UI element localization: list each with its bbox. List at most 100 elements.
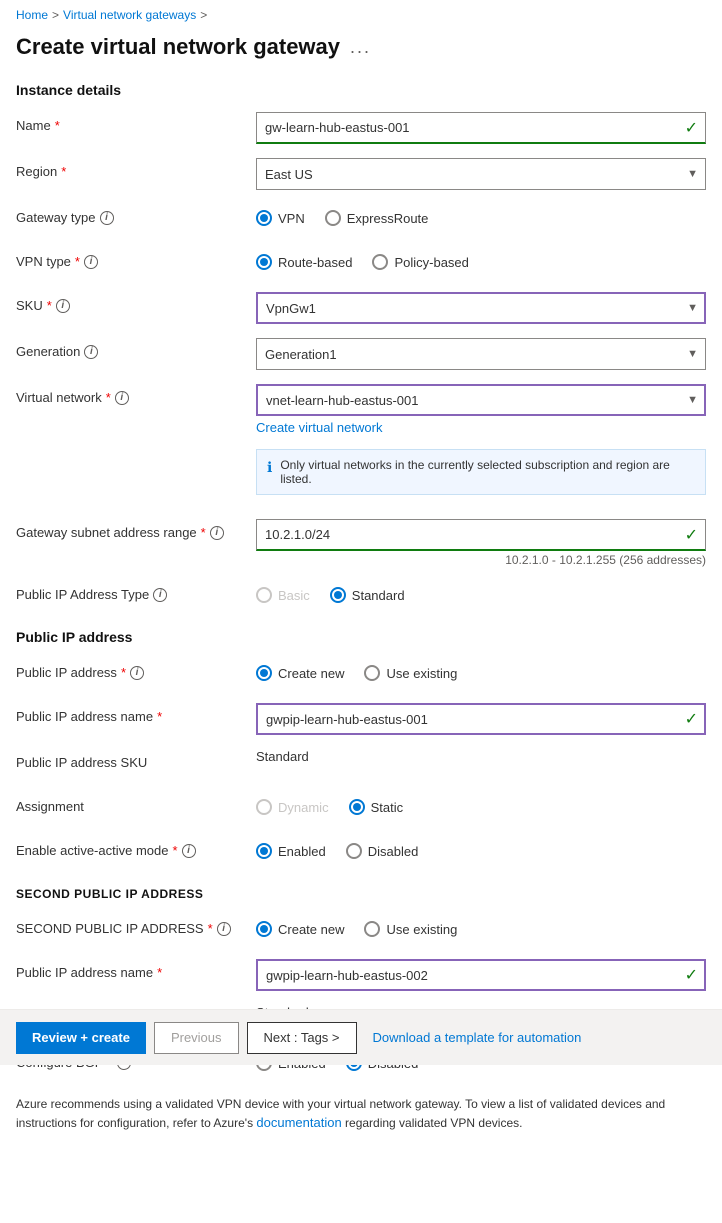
public-ip-use-existing-radio[interactable] xyxy=(364,665,380,681)
public-ip-name-input[interactable] xyxy=(256,703,706,735)
ip-address-type-basic-label: Basic xyxy=(278,588,310,603)
gateway-subnet-input[interactable] xyxy=(256,519,706,551)
previous-button[interactable]: Previous xyxy=(154,1022,239,1054)
page-title-row: Create virtual network gateway ... xyxy=(0,30,722,72)
public-ip-sku-value: Standard xyxy=(256,743,309,764)
breadcrumb-sep1: > xyxy=(52,8,59,22)
ip-address-type-standard-radio[interactable] xyxy=(330,587,346,603)
region-required: * xyxy=(61,164,66,179)
second-public-ip-name-valid-icon: ✓ xyxy=(685,965,698,985)
vpn-type-policybased-radio[interactable] xyxy=(372,254,388,270)
sku-row: SKU * i VpnGw1 ▼ xyxy=(16,292,706,324)
assignment-dynamic-radio xyxy=(256,799,272,815)
name-label: Name * xyxy=(16,112,256,133)
ip-address-type-radio-group: Basic Standard xyxy=(256,581,706,603)
virtual-network-info-icon[interactable]: i xyxy=(115,391,129,405)
public-ip-name-wrapper: ✓ xyxy=(256,703,706,735)
active-active-control-area: Enabled Disabled xyxy=(256,837,706,859)
public-ip-info-icon[interactable]: i xyxy=(130,666,144,680)
download-template-link[interactable]: Download a template for automation xyxy=(365,1030,590,1045)
generation-select[interactable]: Generation1 xyxy=(256,338,706,370)
ip-address-type-basic-option[interactable]: Basic xyxy=(256,587,310,603)
region-select[interactable]: East US xyxy=(256,158,706,190)
assignment-dynamic-option[interactable]: Dynamic xyxy=(256,799,329,815)
generation-info-icon[interactable]: i xyxy=(84,345,98,359)
vpn-type-info-icon[interactable]: i xyxy=(84,255,98,269)
vpn-type-routebased-radio[interactable] xyxy=(256,254,272,270)
virtual-network-select[interactable]: vnet-learn-hub-eastus-001 xyxy=(256,384,706,416)
public-ip-create-new-radio[interactable] xyxy=(256,665,272,681)
public-ip-radio-group: Create new Use existing xyxy=(256,659,706,681)
public-ip-address-row: Public IP address * i Create new Use exi… xyxy=(16,659,706,689)
gateway-type-info-icon[interactable]: i xyxy=(100,211,114,225)
second-public-ip-name-label: Public IP address name * xyxy=(16,959,256,980)
active-active-disabled-radio[interactable] xyxy=(346,843,362,859)
public-ip-sku-row: Public IP address SKU Standard xyxy=(16,749,706,779)
gateway-type-expressroute-option[interactable]: ExpressRoute xyxy=(325,210,429,226)
public-ip-use-existing-option[interactable]: Use existing xyxy=(364,665,457,681)
next-button[interactable]: Next : Tags > xyxy=(247,1022,357,1054)
sku-control-area: VpnGw1 ▼ xyxy=(256,292,706,324)
vpn-type-required: * xyxy=(75,254,80,269)
assignment-row: Assignment Dynamic Static xyxy=(16,793,706,823)
gateway-type-expressroute-radio[interactable] xyxy=(325,210,341,226)
second-public-ip-use-existing-radio[interactable] xyxy=(364,921,380,937)
vpn-type-routebased-option[interactable]: Route-based xyxy=(256,254,352,270)
sku-select-wrapper: VpnGw1 ▼ xyxy=(256,292,706,324)
create-virtual-network-link[interactable]: Create virtual network xyxy=(256,420,706,435)
public-ip-name-valid-icon: ✓ xyxy=(685,709,698,729)
public-ip-create-new-option[interactable]: Create new xyxy=(256,665,344,681)
documentation-link[interactable]: documentation xyxy=(256,1115,341,1130)
active-active-enabled-option[interactable]: Enabled xyxy=(256,843,326,859)
network-info-area: ℹ Only virtual networks in the currently… xyxy=(256,449,706,505)
ip-address-type-standard-option[interactable]: Standard xyxy=(330,587,405,603)
breadcrumb-parent[interactable]: Virtual network gateways xyxy=(63,8,196,22)
network-info-text: Only virtual networks in the currently s… xyxy=(280,458,695,486)
gateway-type-vpn-radio[interactable] xyxy=(256,210,272,226)
ip-address-type-row: Public IP Address Type i Basic Standard xyxy=(16,581,706,611)
active-active-disabled-option[interactable]: Disabled xyxy=(346,843,419,859)
second-public-ip-create-new-option[interactable]: Create new xyxy=(256,921,344,937)
second-public-ip-name-wrapper: ✓ xyxy=(256,959,706,991)
vpn-type-policybased-option[interactable]: Policy-based xyxy=(372,254,468,270)
name-input[interactable] xyxy=(256,112,706,144)
gateway-type-radio-group: VPN ExpressRoute xyxy=(256,204,706,226)
second-public-ip-name-input[interactable] xyxy=(256,959,706,991)
gateway-subnet-row: Gateway subnet address range * i ✓ 10.2.… xyxy=(16,519,706,567)
sku-select[interactable]: VpnGw1 xyxy=(256,292,706,324)
vpn-type-radio-group: Route-based Policy-based xyxy=(256,248,706,270)
ip-address-type-label: Public IP Address Type i xyxy=(16,581,256,602)
active-active-row: Enable active-active mode * i Enabled Di… xyxy=(16,837,706,867)
breadcrumb-sep2: > xyxy=(200,8,207,22)
virtual-network-select-wrapper: vnet-learn-hub-eastus-001 ▼ xyxy=(256,384,706,416)
vpn-type-row: VPN type * i Route-based Policy-based xyxy=(16,248,706,278)
generation-select-wrapper: Generation1 ▼ xyxy=(256,338,706,370)
gateway-type-vpn-option[interactable]: VPN xyxy=(256,210,305,226)
ip-address-type-info-icon[interactable]: i xyxy=(153,588,167,602)
sku-info-icon[interactable]: i xyxy=(56,299,70,313)
region-select-wrapper: East US ▼ xyxy=(256,158,706,190)
active-active-info-icon[interactable]: i xyxy=(182,844,196,858)
review-create-button[interactable]: Review + create xyxy=(16,1022,146,1054)
second-public-ip-info-icon[interactable]: i xyxy=(217,922,231,936)
gateway-subnet-hint: 10.2.1.0 - 10.2.1.255 (256 addresses) xyxy=(256,553,706,567)
network-info-row: ℹ Only virtual networks in the currently… xyxy=(16,449,706,505)
ellipsis-menu-button[interactable]: ... xyxy=(350,37,371,58)
assignment-static-option[interactable]: Static xyxy=(349,799,404,815)
ip-address-type-basic-radio xyxy=(256,587,272,603)
gateway-subnet-control-area: ✓ 10.2.1.0 - 10.2.1.255 (256 addresses) xyxy=(256,519,706,567)
vpn-type-control-area: Route-based Policy-based xyxy=(256,248,706,270)
second-public-ip-create-new-radio[interactable] xyxy=(256,921,272,937)
gateway-type-vpn-label: VPN xyxy=(278,211,305,226)
gateway-subnet-info-icon[interactable]: i xyxy=(210,526,224,540)
assignment-static-radio[interactable] xyxy=(349,799,365,815)
breadcrumb-home[interactable]: Home xyxy=(16,8,48,22)
second-public-ip-use-existing-option[interactable]: Use existing xyxy=(364,921,457,937)
active-active-enabled-radio[interactable] xyxy=(256,843,272,859)
name-required: * xyxy=(55,118,60,133)
active-active-radio-group: Enabled Disabled xyxy=(256,837,706,859)
gateway-subnet-required: * xyxy=(201,525,206,540)
public-ip-control-area: Create new Use existing xyxy=(256,659,706,681)
public-ip-required: * xyxy=(121,665,126,680)
gateway-type-row: Gateway type i VPN ExpressRoute xyxy=(16,204,706,234)
